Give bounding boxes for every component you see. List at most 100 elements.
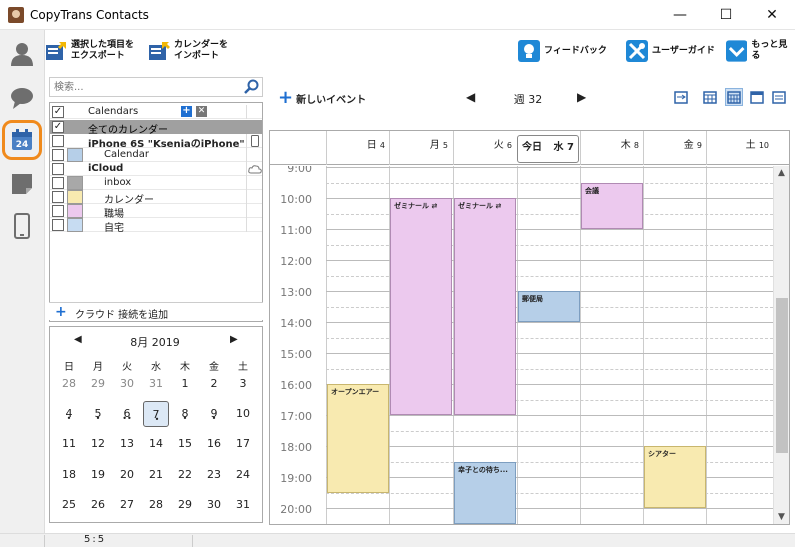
calendar-checkbox[interactable]: ✓	[52, 121, 64, 133]
select-all-checkbox[interactable]: ✓	[52, 106, 64, 118]
calendar-checkbox[interactable]	[52, 205, 64, 217]
calendar-row[interactable]: カレンダー	[50, 190, 262, 206]
week-calendar: 日 4月 5火 6木 8金 9土 10 今日水 7 9:00 10:00 11:00 1…	[269, 130, 790, 525]
time-grid[interactable]: 9:00 10:00 11:00 12:00 13:00 14:00 15:00 16:00 1…	[270, 166, 773, 524]
search-icon[interactable]	[244, 79, 260, 95]
mini-calendar-day[interactable]: 31	[230, 492, 256, 518]
calendar-event[interactable]: ゼミナール ⇄	[390, 198, 452, 415]
mini-calendar-day[interactable]: 30	[201, 492, 227, 518]
mini-calendar-day[interactable]: 7 •	[143, 401, 169, 427]
calendar-checkbox[interactable]	[52, 177, 64, 189]
scroll-down-arrow[interactable]: ▼	[778, 512, 785, 522]
calendar-event[interactable]: シアター	[644, 446, 706, 508]
mini-calendar-day[interactable]: 27	[114, 492, 140, 518]
view-timeline-button[interactable]	[672, 88, 690, 106]
calendar-event[interactable]: オープンエアー	[327, 384, 389, 493]
calendar-checkbox[interactable]	[52, 219, 64, 231]
mini-calendar-day[interactable]: 19	[85, 462, 111, 488]
new-event-button[interactable]: + 新しいイベント	[278, 89, 366, 107]
day-number: 29	[178, 498, 192, 511]
calendar-row-device-calendar[interactable]: Calendar	[50, 148, 262, 162]
mini-calendar-day[interactable]: 16	[201, 431, 227, 457]
add-cloud-connection-button[interactable]: + クラウド 接続を追加	[49, 302, 263, 321]
calendar-row[interactable]: inbox	[50, 176, 262, 190]
minimize-button[interactable]: —	[657, 0, 703, 30]
mini-calendar-day[interactable]: 13	[114, 431, 140, 457]
calendar-event[interactable]: 幸子との待ち...	[454, 461, 516, 524]
mini-calendar-day[interactable]: 26	[85, 492, 111, 518]
day-number: 5	[442, 141, 448, 150]
mini-calendar-day[interactable]: 8 •	[172, 401, 198, 427]
mini-calendar-day[interactable]: 9 •	[201, 401, 227, 427]
messages-module-button[interactable]	[6, 82, 38, 114]
view-week-button[interactable]	[725, 88, 743, 106]
feedback-button[interactable]: フィードバック	[518, 36, 607, 66]
mini-calendar-day[interactable]: 25	[56, 492, 82, 518]
mini-calendar-day[interactable]: 23	[201, 462, 227, 488]
mini-calendar-day[interactable]: 20	[114, 462, 140, 488]
mini-calendar-day[interactable]: 1	[172, 371, 198, 397]
mini-calendar-day[interactable]: 17	[230, 431, 256, 457]
view-month-button[interactable]	[748, 88, 766, 106]
add-calendar-icon[interactable]: +	[181, 106, 192, 117]
mini-calendar-day[interactable]: 18	[56, 462, 82, 488]
calendar-row[interactable]: 職場	[50, 204, 262, 220]
calendar-checkbox[interactable]	[52, 135, 64, 147]
mini-calendar-day[interactable]: 30	[114, 371, 140, 397]
day-number: 16	[207, 437, 221, 450]
calendar-row-all[interactable]: ✓ 全てのカレンダー	[50, 120, 262, 136]
icloud-row[interactable]: iCloud	[50, 162, 262, 176]
mini-calendar-day[interactable]: 10	[230, 401, 256, 427]
previous-week-button[interactable]: ◀	[466, 90, 475, 104]
scrollbar-thumb[interactable]	[776, 298, 788, 453]
mini-calendar-day[interactable]: 29	[85, 371, 111, 397]
app-logo-icon	[8, 7, 24, 23]
calendar-checkbox[interactable]	[52, 191, 64, 203]
vertical-scrollbar[interactable]: ▲ ▼	[773, 166, 789, 524]
mini-calendar-day[interactable]: 4 •	[56, 401, 82, 427]
user-guide-button[interactable]: ユーザーガイド	[626, 36, 715, 66]
maximize-button[interactable]: ☐	[703, 0, 749, 30]
next-week-button[interactable]: ▶	[577, 90, 586, 104]
next-month-button[interactable]: ▶	[230, 334, 238, 345]
import-calendar-button[interactable]: カレンダーを インポート	[148, 36, 228, 66]
notes-module-button[interactable]	[6, 168, 38, 200]
previous-month-button[interactable]: ◀	[74, 334, 82, 345]
mini-calendar-day[interactable]: 28	[56, 371, 82, 397]
mini-calendar-day[interactable]: 29	[172, 492, 198, 518]
mini-calendar-day[interactable]: 5 •	[85, 401, 111, 427]
scroll-up-arrow[interactable]: ▲	[778, 168, 785, 178]
mini-calendar-day[interactable]: 11	[56, 431, 82, 457]
device-module-button[interactable]	[6, 210, 38, 242]
calendar-checkbox[interactable]	[52, 149, 64, 161]
event-title: 郵便局	[522, 295, 543, 303]
calendar-module-button[interactable]: 24	[2, 120, 42, 160]
mini-calendar-day[interactable]: 6 ••	[114, 401, 140, 427]
mini-calendar-day[interactable]: 31	[143, 371, 169, 397]
view-day-button[interactable]	[701, 88, 719, 106]
search-input[interactable]	[54, 80, 234, 95]
mini-calendar-day[interactable]: 21	[143, 462, 169, 488]
export-selected-button[interactable]: 選択した項目を エクスポート	[45, 36, 134, 66]
device-row[interactable]: iPhone 6S "KseniaのiPhone"	[50, 134, 262, 150]
contacts-module-button[interactable]	[6, 38, 38, 70]
calendar-icon: 24	[12, 129, 32, 150]
calendar-checkbox[interactable]	[52, 163, 64, 175]
calendar-row[interactable]: 自宅	[50, 218, 262, 234]
mini-calendar-day[interactable]: 24	[230, 462, 256, 488]
calendar-event[interactable]: ゼミナール ⇄	[454, 198, 516, 415]
mini-calendar-day[interactable]: 15	[172, 431, 198, 457]
day-number: 12	[91, 437, 105, 450]
mini-calendar-day[interactable]: 22	[172, 462, 198, 488]
mini-calendar-day[interactable]: 14	[143, 431, 169, 457]
delete-calendar-icon[interactable]: ✕	[196, 106, 207, 117]
mini-calendar-day[interactable]: 2	[201, 371, 227, 397]
mini-calendar-day[interactable]: 28	[143, 492, 169, 518]
calendar-event[interactable]: 郵便局	[518, 291, 580, 322]
close-button[interactable]: ✕	[749, 0, 795, 30]
calendar-event[interactable]: 会議	[581, 182, 643, 229]
view-list-button[interactable]	[770, 88, 788, 106]
mini-calendar-day[interactable]: 3	[230, 371, 256, 397]
more-button[interactable]: もっと見る	[726, 36, 795, 66]
mini-calendar-day[interactable]: 12	[85, 431, 111, 457]
